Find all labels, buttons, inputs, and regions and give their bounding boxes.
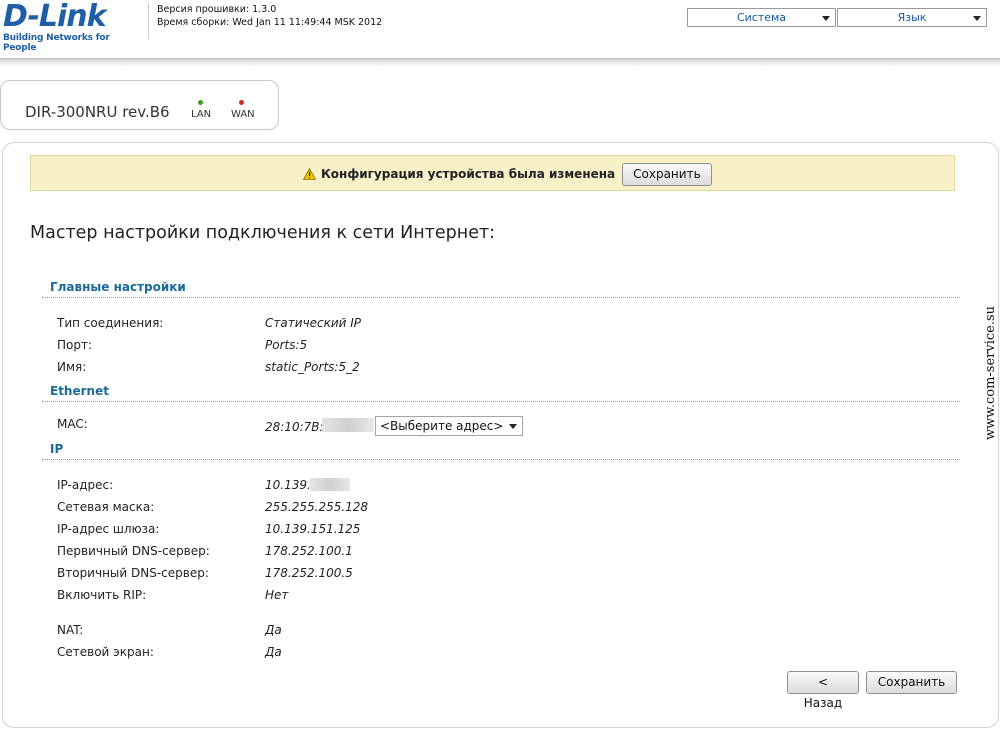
mac-select-label: <Выберите адрес>	[380, 419, 504, 433]
secondary-dns-value: 178.252.100.5	[265, 566, 353, 580]
secondary-dns-label: Вторичный DNS-сервер:	[57, 566, 209, 580]
header-divider	[148, 3, 149, 39]
ip-redacted	[310, 478, 350, 491]
ip-address-label: IP-адрес:	[57, 478, 114, 492]
mac-address-select[interactable]: <Выберите адрес>	[375, 416, 523, 436]
ip-address-value: 10.139.	[265, 478, 311, 492]
lan-led-icon	[198, 100, 203, 105]
primary-dns-value: 178.252.100.1	[265, 544, 353, 558]
watermark: www.com-service.su	[983, 305, 998, 440]
logo-tagline: Building Networks for People	[3, 33, 110, 53]
mac-redacted	[322, 418, 374, 432]
chevron-down-icon	[822, 16, 830, 21]
name-label: Имя:	[57, 360, 87, 374]
primary-dns-label: Первичный DNS-сервер:	[57, 544, 210, 558]
port-label: Порт:	[57, 338, 93, 352]
gateway-value: 10.139.151.125	[265, 522, 361, 536]
section-title-ip: IP	[50, 442, 64, 456]
header-shadow	[0, 58, 1000, 66]
header: D-Link Building Networks for People Верс…	[0, 0, 1000, 58]
firmware-label: Версия прошивки:	[157, 4, 250, 15]
firewall-value: Да	[265, 645, 282, 659]
section-title-ethernet: Ethernet	[50, 384, 109, 398]
name-value: static_Ports:5_2	[265, 360, 360, 374]
netmask-value: 255.255.255.128	[265, 500, 369, 514]
gateway-label: IP-адрес шлюза:	[57, 522, 160, 536]
system-menu[interactable]: Система	[687, 8, 836, 27]
nat-value: Да	[265, 623, 282, 637]
mac-value: 28:10:7B:	[265, 420, 324, 434]
notice-text: Конфигурация устройства была изменена	[321, 167, 616, 181]
firmware-info: Версия прошивки: 1.3.0 Время сборки: Wed J…	[157, 3, 382, 29]
back-button[interactable]: < Назад	[787, 671, 859, 710]
rip-value: Нет	[265, 588, 289, 602]
page-title: Мастер настройки подключения к сети Инте…	[30, 223, 496, 243]
system-menu-label: Система	[736, 11, 787, 24]
lan-label: LAN	[191, 109, 212, 120]
connection-type-label: Тип соединения:	[57, 316, 164, 330]
device-name: DIR-300NRU rev.B6	[25, 103, 170, 121]
wan-label: WAN	[231, 109, 255, 120]
dlink-logo: D-Link Building Networks for People	[3, 0, 138, 54]
section-title-main: Главные настройки	[50, 280, 186, 294]
firewall-label: Сетевой экран:	[57, 645, 154, 659]
wan-led-icon	[239, 100, 244, 105]
language-menu-label: Язык	[897, 11, 927, 24]
warning-icon	[303, 168, 316, 180]
logo-text: D-Link	[3, 0, 107, 34]
chevron-down-icon	[973, 16, 981, 21]
notice-save-button[interactable]: Сохранить	[622, 162, 712, 186]
section-divider	[42, 459, 960, 460]
firmware-value: 1.3.0	[252, 4, 277, 15]
chevron-down-icon	[509, 424, 517, 429]
section-divider	[42, 401, 960, 402]
rip-label: Включить RIP:	[57, 588, 147, 602]
port-value: Ports:5	[265, 338, 308, 352]
config-changed-notice: Конфигурация устройства была изменена Со…	[30, 155, 955, 191]
save-button[interactable]: Сохранить	[866, 671, 957, 694]
nat-label: NAT:	[57, 623, 84, 637]
language-menu[interactable]: Язык	[837, 8, 987, 27]
build-label: Время сборки:	[157, 17, 230, 28]
netmask-label: Сетевая маска:	[57, 500, 155, 514]
mac-label: MAC:	[57, 417, 88, 431]
build-value: Wed Jan 11 11:49:44 MSK 2012	[232, 17, 383, 28]
connection-type-value: Статический IP	[265, 316, 362, 330]
section-divider	[42, 297, 960, 298]
